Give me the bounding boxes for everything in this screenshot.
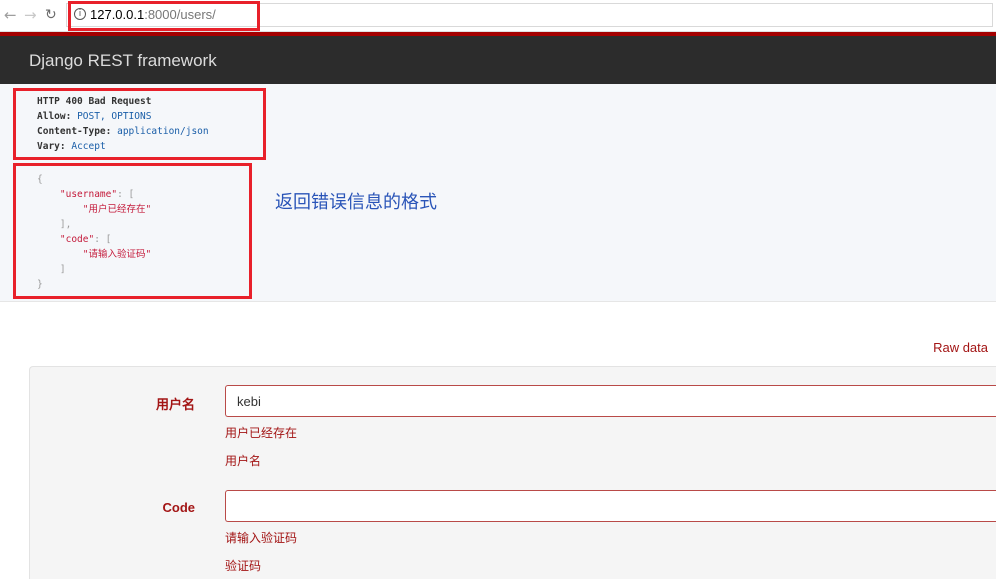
form-panel: 用户名 用户已经存在 用户名 Code 请输入验证码 验证码 xyxy=(29,366,996,579)
code-help: 验证码 xyxy=(225,559,262,573)
raw-data-tab[interactable]: Raw data xyxy=(933,340,988,355)
body-highlight-box xyxy=(13,163,252,299)
username-input[interactable] xyxy=(225,385,996,417)
username-help: 用户名 xyxy=(225,454,262,468)
back-arrow-icon[interactable]: ← xyxy=(4,6,17,24)
username-label: 用户名 xyxy=(155,397,195,412)
navbar: Django REST framework xyxy=(0,32,996,84)
url-highlight-box xyxy=(68,1,260,31)
code-input[interactable] xyxy=(225,490,996,522)
code-label: Code xyxy=(162,500,196,515)
headers-highlight-box xyxy=(13,88,266,160)
username-error: 用户已经存在 xyxy=(225,426,298,440)
annotation-text: 返回错误信息的格式 xyxy=(275,192,437,212)
reload-icon[interactable]: ↻ xyxy=(45,7,57,23)
brand-link[interactable]: Django REST framework xyxy=(29,51,217,71)
forward-arrow-icon[interactable]: → xyxy=(24,6,37,24)
code-error: 请输入验证码 xyxy=(225,531,298,545)
